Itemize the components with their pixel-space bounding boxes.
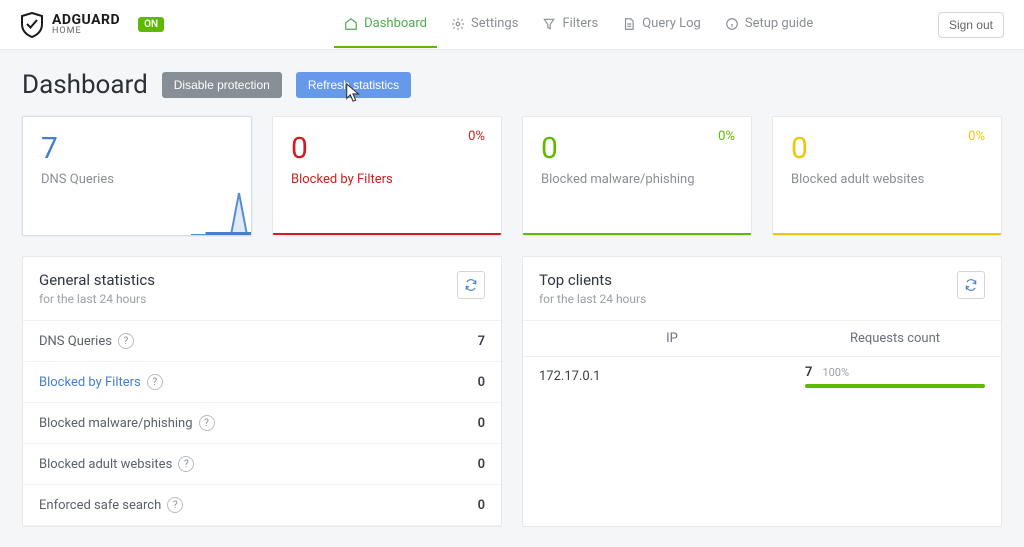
client-ip[interactable]: 172.17.0.1 — [539, 369, 805, 384]
card-pct: 0% — [968, 129, 985, 144]
card-label: Blocked by Filters — [291, 172, 483, 187]
table-body: 172.17.0.17 100% — [523, 357, 1001, 396]
nav-label: Settings — [471, 16, 518, 31]
panel-head: Top clients for the last 24 hours — [523, 257, 1001, 321]
stat-row: DNS Queries? 7 — [23, 321, 501, 362]
refresh-icon — [964, 278, 978, 292]
request-pct: 100% — [822, 366, 849, 379]
nav-filters[interactable]: Filters — [532, 1, 608, 48]
card-pct: 0% — [468, 129, 485, 144]
card-label: Blocked adult websites — [791, 172, 983, 187]
request-bar — [805, 384, 985, 388]
stat-row: Blocked adult websites? 0 — [23, 444, 501, 485]
stat-row-value: 0 — [478, 498, 485, 513]
card-underline — [773, 233, 1001, 235]
panel-title: Top clients — [539, 271, 646, 289]
refresh-statistics-button[interactable]: Refresh statistics — [296, 72, 411, 98]
stat-cards: 7 DNS Queries 0% 0 Blocked by Filters 0%… — [22, 116, 1002, 236]
card-underline — [23, 232, 251, 235]
shield-icon — [20, 12, 44, 38]
nav-setup[interactable]: Setup guide — [715, 1, 823, 48]
panel-general-statistics: General statistics for the last 24 hours… — [22, 256, 502, 527]
nav-dashboard[interactable]: Dashboard — [334, 1, 437, 48]
main-nav: Dashboard Settings Filters Query Log Set… — [334, 1, 823, 48]
gear-icon — [451, 17, 465, 31]
stat-row-name: Enforced safe search — [39, 498, 161, 513]
request-count: 7 — [805, 365, 812, 380]
info-icon — [725, 17, 739, 31]
card-underline — [523, 233, 751, 235]
refresh-button[interactable] — [957, 271, 985, 299]
stat-row-name: Blocked malware/phishing — [39, 416, 193, 431]
table-head: IP Requests count — [523, 321, 1001, 357]
signout-button[interactable]: Sign out — [938, 12, 1004, 38]
panel-title: General statistics — [39, 271, 155, 289]
help-icon[interactable]: ? — [147, 374, 163, 390]
document-icon — [622, 17, 636, 31]
panels: General statistics for the last 24 hours… — [22, 256, 1002, 527]
nav-settings[interactable]: Settings — [441, 1, 528, 48]
panel-subtitle: for the last 24 hours — [539, 292, 646, 306]
panel-top-clients: Top clients for the last 24 hours IP Req… — [522, 256, 1002, 527]
card-pct: 0% — [718, 129, 735, 144]
card-dns-queries[interactable]: 7 DNS Queries — [22, 116, 252, 236]
card-value: 0 — [791, 131, 983, 166]
help-icon[interactable]: ? — [167, 497, 183, 513]
help-icon[interactable]: ? — [118, 333, 134, 349]
refresh-icon — [464, 278, 478, 292]
panel-head: General statistics for the last 24 hours — [23, 257, 501, 321]
stat-row: Enforced safe search? 0 — [23, 485, 501, 526]
nav-label: Query Log — [642, 16, 701, 31]
column-ip: IP — [539, 331, 805, 346]
column-requests: Requests count — [805, 331, 985, 346]
help-icon[interactable]: ? — [178, 456, 194, 472]
home-icon — [344, 17, 358, 31]
stat-row-name: DNS Queries — [39, 334, 112, 349]
stat-row-value: 0 — [478, 375, 485, 390]
logo-text: ADGUARD HOME — [52, 13, 120, 36]
nav-label: Filters — [562, 16, 598, 31]
stat-row: Blocked by Filters? 0 — [23, 362, 501, 403]
card-label: Blocked malware/phishing — [541, 172, 733, 187]
card-blocked-malware[interactable]: 0% 0 Blocked malware/phishing — [522, 116, 752, 236]
filter-icon — [542, 17, 556, 31]
logo[interactable]: ADGUARD HOME ON — [20, 12, 164, 38]
stat-row-name[interactable]: Blocked by Filters — [39, 375, 141, 390]
cursor-icon — [344, 82, 362, 107]
panel-subtitle: for the last 24 hours — [39, 292, 155, 306]
card-blocked-adult[interactable]: 0% 0 Blocked adult websites — [772, 116, 1002, 236]
refresh-button[interactable] — [457, 271, 485, 299]
client-requests: 7 100% — [805, 365, 985, 388]
header: ADGUARD HOME ON Dashboard Settings Filte… — [0, 0, 1024, 50]
status-badge: ON — [138, 17, 164, 32]
sparkline-icon — [191, 185, 251, 235]
nav-label: Setup guide — [745, 16, 813, 31]
card-value: 0 — [541, 131, 733, 166]
card-value: 7 — [41, 131, 233, 166]
stat-row: Blocked malware/phishing? 0 — [23, 403, 501, 444]
nav-querylog[interactable]: Query Log — [612, 1, 711, 48]
card-value: 0 — [291, 131, 483, 166]
nav-label: Dashboard — [364, 16, 427, 31]
stat-row-name: Blocked adult websites — [39, 457, 172, 472]
disable-protection-button[interactable]: Disable protection — [162, 72, 282, 98]
content: Dashboard Disable protection Refresh sta… — [0, 50, 1024, 547]
stat-row-value: 0 — [478, 457, 485, 472]
stat-row-value: 7 — [478, 334, 485, 349]
table-row: 172.17.0.17 100% — [523, 357, 1001, 396]
help-icon[interactable]: ? — [199, 415, 215, 431]
card-underline — [273, 233, 501, 235]
title-row: Dashboard Disable protection Refresh sta… — [22, 70, 1002, 100]
stat-row-value: 0 — [478, 416, 485, 431]
stat-rows: DNS Queries?7Blocked by Filters?0Blocked… — [23, 321, 501, 526]
card-blocked-filters[interactable]: 0% 0 Blocked by Filters — [272, 116, 502, 236]
page-title: Dashboard — [22, 70, 148, 100]
